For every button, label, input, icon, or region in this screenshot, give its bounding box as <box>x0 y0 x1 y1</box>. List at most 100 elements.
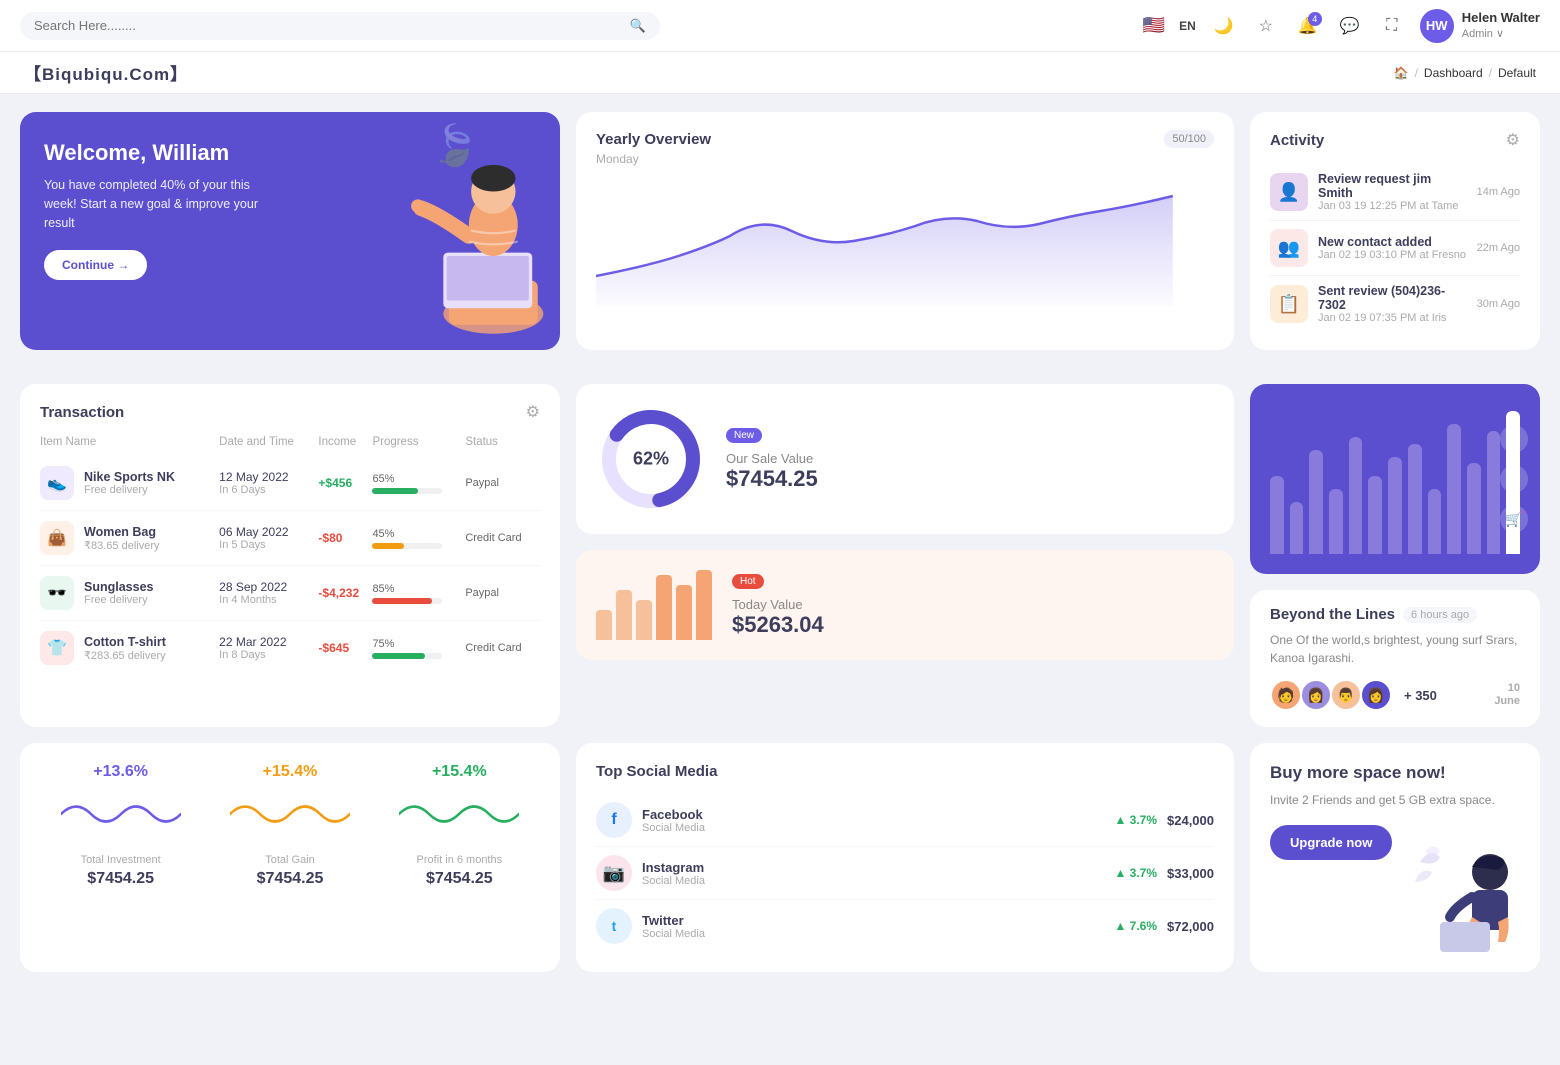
chart-bar <box>1309 450 1323 554</box>
upgrade-button[interactable]: Upgrade now <box>1270 825 1392 860</box>
bookmark-icon[interactable]: ☆ <box>1252 12 1280 40</box>
transaction-settings-icon[interactable]: ⚙ <box>526 402 540 422</box>
yearly-sub: Monday <box>596 152 1214 166</box>
right-column: ⟲ ⚙ 🛒 Beyond the Lines 6 hours ago One O… <box>1250 384 1540 727</box>
activity-settings-icon[interactable]: ⚙ <box>1506 130 1520 150</box>
social-header: Top Social Media <box>596 763 1214 780</box>
stat-item: +13.6% Total Investment $7454.25 <box>44 763 197 952</box>
today-card: Hot Today Value $5263.04 <box>576 550 1234 660</box>
date-cell: 12 May 2022 In 6 Days <box>219 456 318 511</box>
item-name: Nike Sports NK <box>84 470 175 484</box>
first-row: 🍃 Welcome, William You have completed 40… <box>0 94 1560 368</box>
activity-thumb: 👤 <box>1270 173 1308 211</box>
item-sub: Free delivery <box>84 484 175 496</box>
search-bar[interactable]: 🔍 <box>20 12 660 40</box>
social-sub: Social Media <box>642 875 1104 887</box>
date-cell: 06 May 2022 In 5 Days <box>219 511 318 566</box>
social-value: $24,000 <box>1167 813 1214 828</box>
breadcrumb-bar: 【Biqubiqu.Com】 🏠 / Dashboard / Default <box>0 52 1560 94</box>
today-value: $5263.04 <box>732 612 824 638</box>
beyond-date: 10 June <box>1494 682 1520 708</box>
search-icon[interactable]: 🔍 <box>630 18 646 34</box>
col-income: Income <box>318 436 372 456</box>
breadcrumb-dashboard[interactable]: Dashboard <box>1424 66 1483 80</box>
chart-bar <box>1388 457 1402 555</box>
table-row[interactable]: 👜 Women Bag ₹83.65 delivery 06 May 2022 … <box>40 511 540 566</box>
col-progress: Progress <box>372 436 465 456</box>
yearly-badge: 50/100 <box>1164 130 1214 148</box>
activity-sub-text: Jan 02 19 03:10 PM at Fresno <box>1318 249 1467 261</box>
social-row[interactable]: f Facebook Social Media ▲ 3.7% $24,000 <box>596 794 1214 847</box>
table-row[interactable]: 👟 Nike Sports NK Free delivery 12 May 20… <box>40 456 540 511</box>
date-cell: 22 Mar 2022 In 8 Days <box>219 621 318 676</box>
activity-sub-text: Jan 02 19 07:35 PM at Iris <box>1318 312 1467 324</box>
continue-button[interactable]: Continue → <box>44 250 147 280</box>
notification-badge: 4 <box>1308 12 1322 26</box>
income-cell: -$645 <box>318 621 372 676</box>
search-input[interactable] <box>34 18 622 33</box>
progress-cell: 45% <box>372 511 465 566</box>
social-pct: ▲ 7.6% <box>1114 919 1157 933</box>
lang-label[interactable]: EN <box>1179 19 1196 33</box>
user-name: Helen Walter <box>1462 10 1540 27</box>
mid-column: 62% New Our Sale Value $7454.25 Hot Toda… <box>576 384 1234 727</box>
flag-icon: 🇺🇸 <box>1143 15 1165 36</box>
item-sub: ₹83.65 delivery <box>84 539 160 552</box>
second-row: Transaction ⚙ Item Name Date and Time In… <box>0 384 1560 727</box>
stat-value: $7454.25 <box>383 870 536 888</box>
beyond-time: 6 hours ago <box>1403 607 1477 623</box>
user-role: Admin ∨ <box>1462 27 1540 41</box>
transaction-card: Transaction ⚙ Item Name Date and Time In… <box>20 384 560 727</box>
theme-toggle[interactable]: 🌙 <box>1210 12 1238 40</box>
chart-bar <box>1270 476 1284 554</box>
today-badge: Hot <box>732 574 764 589</box>
upgrade-illustration <box>1410 842 1530 972</box>
upgrade-desc: Invite 2 Friends and get 5 GB extra spac… <box>1270 791 1520 809</box>
chart-cart[interactable]: 🛒 <box>1500 505 1528 533</box>
chart-settings[interactable]: ⚙ <box>1500 465 1528 493</box>
item-cell: 👟 Nike Sports NK Free delivery <box>40 456 219 511</box>
transaction-title: Transaction <box>40 404 124 421</box>
item-icon: 🕶️ <box>40 576 74 610</box>
activity-header: Activity ⚙ <box>1270 130 1520 150</box>
chart-bar <box>1487 431 1501 555</box>
social-icon: 📷 <box>596 855 632 891</box>
notification-icon[interactable]: 🔔 4 <box>1294 12 1322 40</box>
social-info: Facebook Social Media <box>642 807 1104 834</box>
today-bar <box>676 585 692 640</box>
stat-item: +15.4% Profit in 6 months $7454.25 <box>383 763 536 952</box>
today-bar <box>616 590 632 640</box>
stat-pct: +13.6% <box>44 763 197 781</box>
stat-wave <box>399 789 519 839</box>
activity-item[interactable]: 👥 New contact added Jan 02 19 03:10 PM a… <box>1270 221 1520 276</box>
social-name: Twitter <box>642 913 1104 928</box>
activity-title-text: Sent review (504)236-7302 <box>1318 284 1467 312</box>
table-row[interactable]: 👕 Cotton T-shirt ₹283.65 delivery 22 Mar… <box>40 621 540 676</box>
social-row[interactable]: t Twitter Social Media ▲ 7.6% $72,000 <box>596 900 1214 952</box>
transaction-header: Transaction ⚙ <box>40 402 540 422</box>
donut-label: 62% <box>633 449 669 470</box>
activity-item[interactable]: 👤 Review request jim Smith Jan 03 19 12:… <box>1270 164 1520 221</box>
sale-card: 62% New Our Sale Value $7454.25 <box>576 384 1234 534</box>
activity-card: Activity ⚙ 👤 Review request jim Smith Ja… <box>1250 112 1540 350</box>
upgrade-card: Buy more space now! Invite 2 Friends and… <box>1250 743 1540 972</box>
beyond-footer: 🧑👩👨👩+ 350 10 June <box>1270 679 1520 711</box>
avatars-row: 🧑👩👨👩+ 350 <box>1270 679 1437 711</box>
message-icon[interactable]: 💬 <box>1336 12 1364 40</box>
stat-label: Profit in 6 months <box>383 854 536 866</box>
welcome-illustration <box>360 136 560 350</box>
fullscreen-icon[interactable]: ⛶ <box>1378 12 1406 40</box>
home-icon[interactable]: 🏠 <box>1394 66 1409 80</box>
item-cell: 👕 Cotton T-shirt ₹283.65 delivery <box>40 621 219 676</box>
item-name: Women Bag <box>84 525 160 539</box>
social-name: Instagram <box>642 860 1104 875</box>
activity-time: 22m Ago <box>1477 242 1520 254</box>
table-row[interactable]: 🕶️ Sunglasses Free delivery 28 Sep 2022 … <box>40 566 540 621</box>
sale-value: $7454.25 <box>726 466 818 492</box>
brand-logo[interactable]: 【Biqubiqu.Com】 <box>24 60 188 85</box>
today-info: Hot Today Value $5263.04 <box>732 572 824 638</box>
activity-item[interactable]: 📋 Sent review (504)236-7302 Jan 02 19 07… <box>1270 276 1520 332</box>
social-row[interactable]: 📷 Instagram Social Media ▲ 3.7% $33,000 <box>596 847 1214 900</box>
user-profile[interactable]: HW Helen Walter Admin ∨ <box>1420 9 1540 43</box>
chart-action-1[interactable]: ⟲ <box>1500 425 1528 453</box>
